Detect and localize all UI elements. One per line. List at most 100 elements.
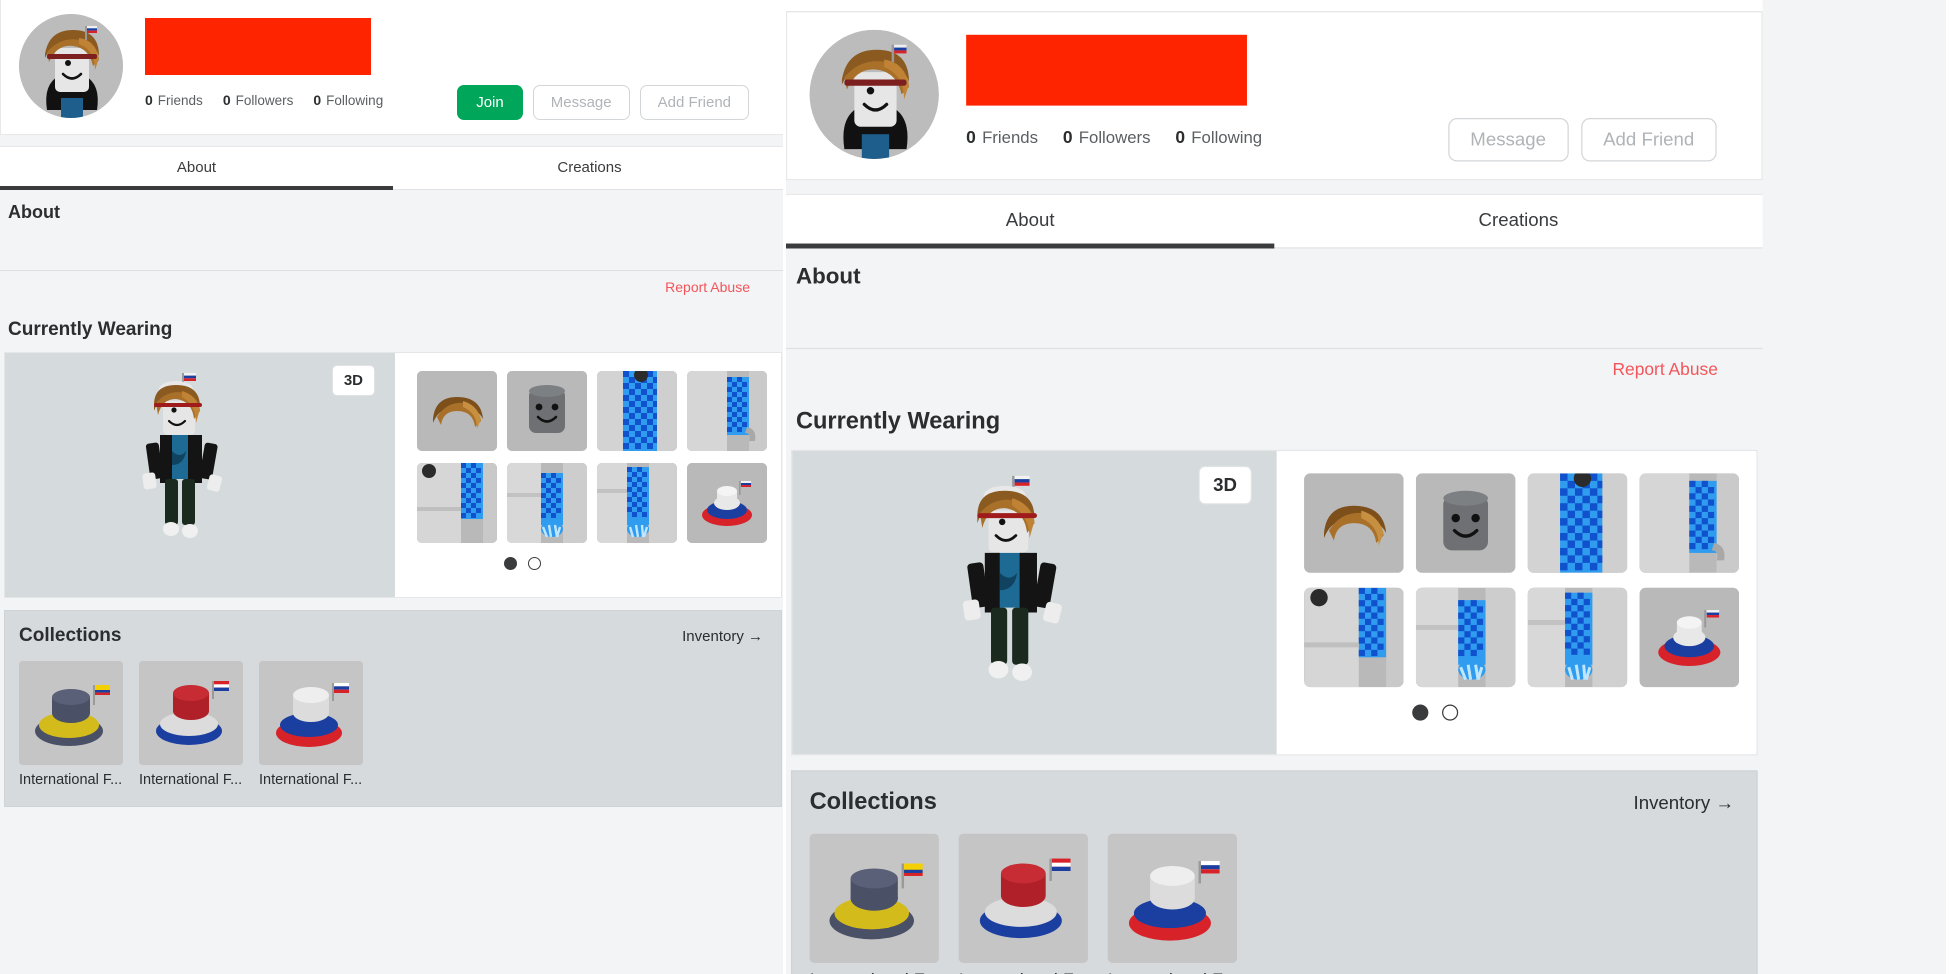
message-button-right[interactable]: Message (1447, 117, 1569, 162)
join-button[interactable]: Join (457, 84, 523, 120)
wearing-item-shirt-blue-check-right[interactable] (1527, 473, 1628, 573)
currently-wearing-heading: Currently Wearing (8, 319, 173, 340)
pagination-dot-1[interactable] (503, 557, 517, 570)
add-friend-button-right[interactable]: Add Friend (1580, 117, 1717, 162)
collection-item-2-label: International F... (139, 772, 243, 788)
about-description (0, 233, 783, 271)
avatar[interactable] (19, 14, 123, 118)
stat-following[interactable]: 0 Following (313, 92, 383, 108)
profile-tabs: About Creations (0, 146, 783, 190)
wearing-item-leg-blue-check[interactable] (507, 463, 587, 543)
stat-followers[interactable]: 0 Followers (223, 92, 294, 108)
avatar-3d-viewer-right[interactable]: 3D (792, 451, 1277, 755)
about-heading-right: About (795, 263, 861, 289)
avatar-3d-viewer[interactable]: 3D (5, 353, 395, 597)
hat-flag-netherlands-icon (139, 661, 243, 765)
report-abuse-link-right[interactable]: Report Abuse (1612, 359, 1717, 379)
collections-heading: Collections (19, 625, 122, 646)
profile-tabs-wrapper-right: About Creations (786, 180, 1763, 249)
hat-flag-colombia-icon (19, 661, 123, 765)
hat-flag-russia-icon (259, 661, 363, 765)
display-name-redaction (145, 18, 371, 75)
panel-scaler-right: 0 Friends 0 Followers 0 Following Messag… (786, 0, 1763, 974)
collections-grid: International F... International F... In… (19, 661, 763, 788)
profile-action-buttons: Join Message Add Friend (457, 84, 749, 120)
wearing-item-head-gray[interactable] (507, 371, 587, 451)
wearing-item-hair-brown[interactable] (417, 371, 497, 451)
view-3d-toggle-button[interactable]: 3D (331, 365, 375, 396)
currently-wearing-items-pane-right (1276, 451, 1757, 755)
avatar-right[interactable] (809, 29, 939, 160)
message-button[interactable]: Message (532, 84, 630, 120)
inventory-link-right[interactable]: Inventory → (1634, 793, 1734, 814)
collection-item-2[interactable]: International F... (139, 661, 243, 788)
pagination-dot-2-right[interactable] (1441, 704, 1458, 721)
collection-item-3-label: International F... (259, 772, 363, 788)
about-heading: About (8, 202, 60, 222)
currently-wearing-heading-right: Currently Wearing (795, 408, 1001, 435)
profile-tabs-right: About Creations (786, 193, 1763, 249)
profile-identity-right: 0 Friends 0 Followers 0 Following (966, 30, 1262, 147)
profile-tabs-wrapper: About Creations (0, 135, 783, 190)
panel-scaler-left: 0 Friends 0 Followers 0 Following Join M… (0, 0, 783, 807)
wearing-item-shirt-blue-check[interactable] (597, 371, 677, 451)
tab-about-right[interactable]: About (786, 195, 1275, 249)
profile-action-buttons-right: Message Add Friend (1447, 117, 1717, 162)
hat-flag-netherlands-icon-right (958, 833, 1088, 963)
wearing-item-arm-blue-check-right[interactable] (1639, 473, 1739, 573)
collection-item-3[interactable]: International F... (259, 661, 363, 788)
stat-friends-value: 0 (145, 92, 153, 108)
profile-header-card-right: 0 Friends 0 Followers 0 Following Messag… (786, 12, 1763, 181)
pagination-dot-2[interactable] (527, 557, 541, 570)
view-3d-toggle-button-right[interactable]: 3D (1198, 465, 1252, 505)
collection-item-2-right[interactable]: International F... (958, 833, 1088, 974)
profile-panel-left: 0 Friends 0 Followers 0 Following Join M… (0, 0, 786, 974)
collections-card-right: Collections Inventory → (790, 770, 1758, 974)
tab-creations-right[interactable]: Creations (1274, 195, 1762, 247)
report-abuse-link[interactable]: Report Abuse (665, 279, 750, 295)
wearing-item-torso-blue-check[interactable] (417, 463, 497, 543)
collections-card: Collections Inventory → International F.… (4, 610, 782, 807)
collection-item-3-right[interactable]: International F... (1107, 833, 1238, 974)
profile-identity: 0 Friends 0 Followers 0 Following (145, 14, 383, 108)
display-name-redaction-right (966, 34, 1247, 106)
collection-item-1-label: International F... (19, 772, 123, 788)
stat-friends[interactable]: 0 Friends (145, 92, 203, 108)
wearing-pagination-right (1304, 704, 1739, 721)
hat-flag-russia-icon-right (1107, 833, 1238, 963)
inventory-link[interactable]: Inventory → (682, 628, 763, 645)
stat-following-value-right: 0 (1175, 126, 1186, 147)
stat-followers-label-right: Followers (1078, 127, 1151, 147)
wearing-pagination (417, 557, 767, 570)
stat-following-label: Following (326, 93, 384, 108)
stat-followers-right[interactable]: 0 Followers (1063, 127, 1151, 147)
report-abuse-row-right: Report Abuse (786, 349, 1763, 394)
wearing-item-hair-brown-right[interactable] (1304, 473, 1404, 573)
wearing-item-leg-blue-check-right[interactable] (1415, 587, 1516, 688)
collection-item-1[interactable]: International F... (19, 661, 123, 788)
pagination-dot-1-right[interactable] (1411, 704, 1428, 721)
tab-about[interactable]: About (0, 147, 393, 190)
wearing-item-hat-flag-red[interactable] (687, 463, 767, 543)
currently-wearing-card: 3D (4, 352, 782, 598)
collections-header-right: Collections Inventory → (810, 789, 1734, 816)
wearing-item-pants-blue-check-right[interactable] (1527, 587, 1628, 688)
profile-panel-right: 0 Friends 0 Followers 0 Following Messag… (786, 0, 1946, 974)
wearing-item-head-gray-right[interactable] (1415, 473, 1516, 573)
stat-following-right[interactable]: 0 Following (1175, 127, 1262, 147)
tab-creations[interactable]: Creations (393, 147, 783, 189)
wearing-item-pants-blue-check[interactable] (597, 463, 677, 543)
wearing-item-arm-blue-check[interactable] (687, 371, 767, 451)
collections-heading-right: Collections (809, 788, 937, 816)
currently-wearing-items-pane (395, 353, 781, 597)
currently-wearing-grid (417, 371, 767, 543)
collections-grid-right: International F... (809, 833, 1734, 974)
add-friend-button[interactable]: Add Friend (639, 84, 749, 120)
stat-following-value: 0 (313, 92, 322, 108)
wearing-item-torso-blue-check-right[interactable] (1304, 587, 1404, 688)
collection-item-1-right[interactable]: International F... (809, 833, 939, 974)
profile-header-card: 0 Friends 0 Followers 0 Following Join M… (0, 0, 783, 135)
stat-friends-right[interactable]: 0 Friends (966, 127, 1038, 147)
wearing-item-hat-flag-red-right[interactable] (1639, 587, 1739, 688)
stat-friends-value-right: 0 (966, 126, 976, 147)
